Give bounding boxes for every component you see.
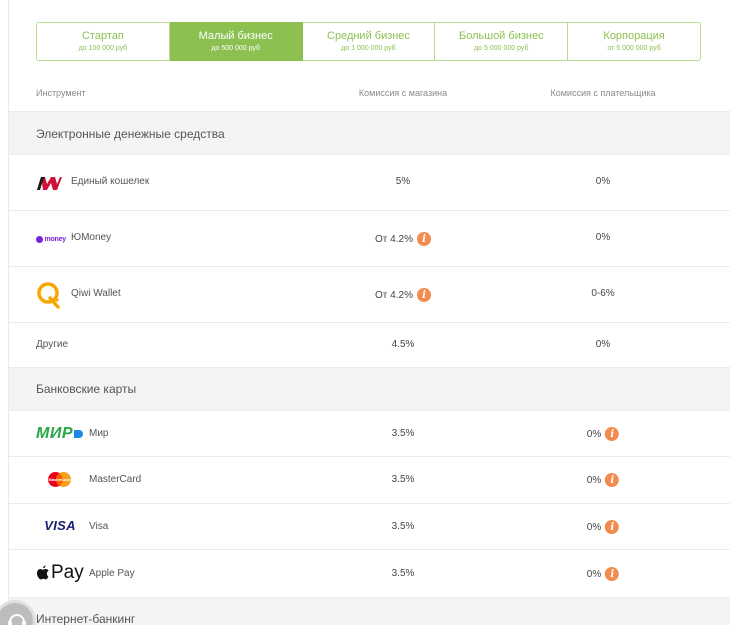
payer-fee-value: 0% i xyxy=(586,520,620,534)
shop-fee-value: 3.5% xyxy=(392,474,415,485)
payer-fee-value: 0% xyxy=(596,339,610,350)
info-icon[interactable]: i xyxy=(605,427,620,441)
instrument-name: Visa xyxy=(89,521,109,532)
shop-fee-value: 3.5% xyxy=(392,428,415,439)
section-header-emoney: Электронные денежные средства xyxy=(9,111,730,154)
instrument-name: Другие xyxy=(36,339,69,350)
instrument-name: Qiwi Wallet xyxy=(71,288,121,299)
column-header-instrument: Инструмент xyxy=(36,88,86,98)
tab-limit: до 5 000 000 руб xyxy=(474,44,529,52)
payer-fee-text: 0% xyxy=(595,232,611,243)
yoomoney-logo-text: money xyxy=(44,235,66,243)
shop-fee-text: 3.5% xyxy=(391,568,415,579)
payer-fee-text: 0% xyxy=(595,339,611,350)
apple-pay-logo: Pay xyxy=(36,562,84,584)
table-row: Единый кошелек 5% 0% xyxy=(9,154,730,210)
section-title: Банковские карты xyxy=(36,382,137,396)
section-title: Интернет-банкинг xyxy=(36,612,136,625)
shop-fee-value: От 4.2% i xyxy=(375,232,431,246)
table-row: Другие 4.5% 0% xyxy=(9,322,730,367)
tab-limit: от 5 000 000 руб xyxy=(607,44,661,52)
qiwi-logo xyxy=(36,281,62,309)
headset-icon xyxy=(8,614,26,625)
column-header-shop-fee: Комиссия с магазина xyxy=(358,88,448,98)
tab-small-business[interactable]: Малый бизнес до 500 000 руб xyxy=(169,22,303,61)
mir-logo-text: МИР xyxy=(36,425,74,442)
table-row: МИР Мир 3.5% 0% i xyxy=(9,410,730,456)
apple-icon xyxy=(37,565,49,580)
payer-fee-value: 0% xyxy=(596,232,610,243)
section-title: Электронные денежные средства xyxy=(36,127,225,141)
tab-name: Корпорация xyxy=(603,29,665,42)
shop-fee-text: 3.5% xyxy=(391,521,415,532)
info-icon[interactable]: i xyxy=(605,473,620,487)
shop-fee-text: 3.5% xyxy=(391,474,415,485)
shop-fee-text: 5% xyxy=(395,176,411,187)
visa-logo-text: VISA xyxy=(44,518,76,533)
tab-name: Малый бизнес xyxy=(198,29,273,42)
mastercard-logo-text: MasterCard xyxy=(48,477,71,482)
payer-fee-value: 0% i xyxy=(586,427,620,441)
shop-fee-value: 5% xyxy=(396,176,410,187)
shop-fee-value: 3.5% xyxy=(392,568,415,579)
yoomoney-logo: money xyxy=(36,233,66,245)
tab-limit: до 1 000 000 руб xyxy=(341,44,396,52)
shop-fee-text: От 4.2% xyxy=(375,233,413,245)
wallet-one-logo xyxy=(36,174,62,192)
shop-fee-value: 3.5% xyxy=(392,521,415,532)
table-row: VISA Visa 3.5% 0% i xyxy=(9,503,730,549)
mir-logo: МИР xyxy=(36,426,84,442)
instrument-name: Единый кошелек xyxy=(71,176,150,187)
info-icon[interactable]: i xyxy=(416,288,431,302)
section-header-cards: Банковские карты xyxy=(9,367,730,410)
payer-fee-text: 0% xyxy=(586,428,602,440)
payer-fee-value: 0% i xyxy=(586,567,620,581)
apple-pay-logo-text: Pay xyxy=(51,562,84,583)
tab-large-business[interactable]: Большой бизнес до 5 000 000 руб xyxy=(435,22,569,61)
payer-fee-text: 0-6% xyxy=(591,288,615,299)
info-icon[interactable]: i xyxy=(416,232,431,246)
tab-name: Стартап xyxy=(81,29,124,42)
payer-fee-text: 0% xyxy=(586,474,602,486)
shop-fee-text: 3.5% xyxy=(391,428,415,439)
column-header-payer-fee: Комиссия с плательщика xyxy=(550,88,656,98)
info-icon[interactable]: i xyxy=(605,567,620,581)
section-header-banking: Интернет-банкинг xyxy=(9,597,730,625)
payer-fee-text: 0% xyxy=(586,568,602,580)
instrument-name: Мир xyxy=(89,428,109,439)
table-row: money ЮMoney От 4.2% i 0% xyxy=(9,210,730,266)
payer-fee-value: 0% xyxy=(596,176,610,187)
table-row: Qiwi Wallet От 4.2% i 0-6% xyxy=(9,266,730,322)
shop-fee-text: От 4.2% xyxy=(375,289,413,301)
tab-medium-business[interactable]: Средний бизнес до 1 000 000 руб xyxy=(302,22,436,61)
payer-fee-text: 0% xyxy=(595,176,611,187)
mastercard-logo: MasterCard xyxy=(45,470,74,489)
tab-startup[interactable]: Стартап до 100 000 руб xyxy=(36,22,170,61)
info-icon[interactable]: i xyxy=(605,520,620,534)
plan-tabs: Стартап до 100 000 руб Малый бизнес до 5… xyxy=(36,22,701,61)
visa-logo: VISA xyxy=(43,519,77,533)
shop-fee-value: 4.5% xyxy=(392,339,415,350)
tab-limit: до 500 000 руб xyxy=(211,44,260,52)
shop-fee-text: 4.5% xyxy=(391,339,415,350)
tab-name: Средний бизнес xyxy=(327,29,410,42)
instrument-name: Apple Pay xyxy=(89,568,135,579)
shop-fee-value: От 4.2% i xyxy=(375,288,431,302)
payer-fee-value: 0-6% xyxy=(591,288,614,299)
tab-limit: до 100 000 руб xyxy=(78,44,128,52)
table-row: MasterCard MasterCard 3.5% 0% i xyxy=(9,456,730,503)
payer-fee-text: 0% xyxy=(586,521,602,533)
tab-name: Большой бизнес xyxy=(459,29,544,42)
tab-corporation[interactable]: Корпорация от 5 000 000 руб xyxy=(568,22,701,61)
table-row: Pay Apple Pay 3.5% 0% i xyxy=(9,549,730,597)
instrument-name: MasterCard xyxy=(89,474,142,485)
payer-fee-value: 0% i xyxy=(586,473,620,487)
instrument-name: ЮMoney xyxy=(71,232,112,243)
